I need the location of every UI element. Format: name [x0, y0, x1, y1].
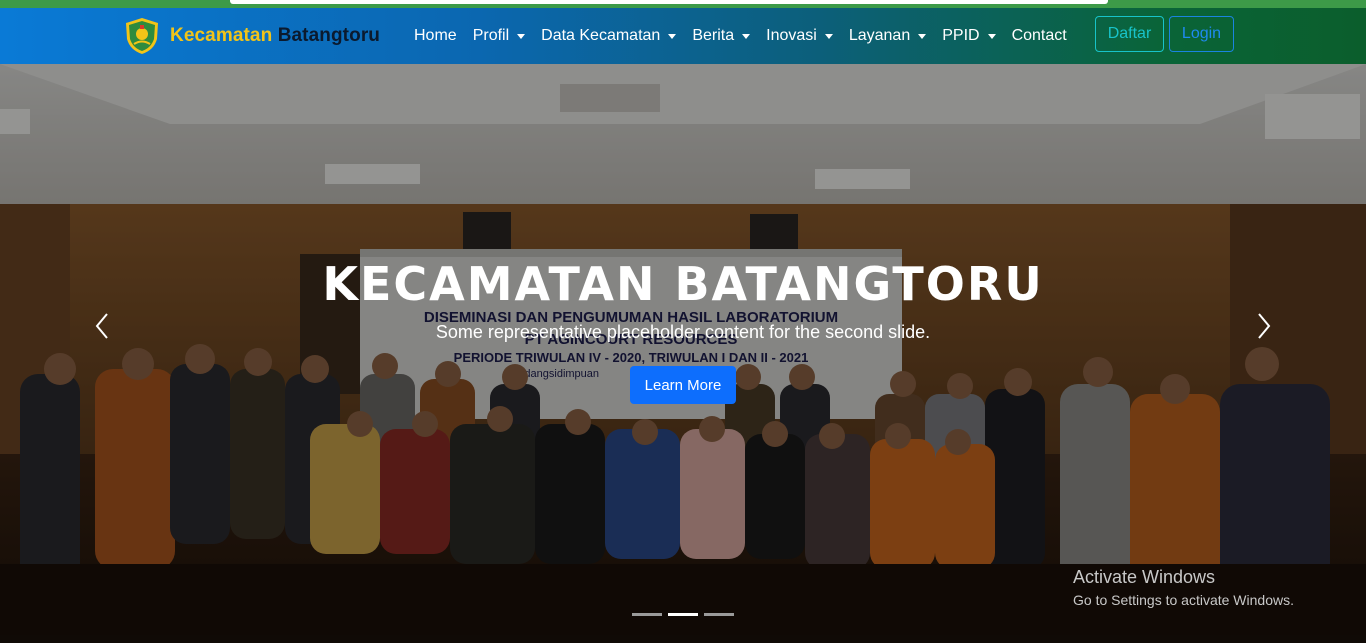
brand-name-part1: Kecamatan — [170, 25, 273, 46]
caret-down-icon — [742, 33, 751, 39]
nav-layanan[interactable]: Layanan — [848, 27, 927, 45]
hero-subtitle: Some representative placeholder content … — [435, 322, 931, 342]
caret-down-icon — [668, 33, 677, 39]
nav-ppid[interactable]: PPID — [942, 27, 996, 45]
windows-activation-watermark: Activate Windows Go to Settings to activ… — [1073, 567, 1294, 608]
brand-link[interactable]: Kecamatan Batangtoru — [124, 17, 380, 55]
caret-down-icon — [517, 33, 526, 39]
navbar: Kecamatan Batangtoru Home Profil Data Ke… — [0, 8, 1366, 64]
nav-data-kecamatan-label: Data Kecamatan — [541, 27, 661, 44]
carousel-indicator-3[interactable] — [704, 613, 734, 616]
carousel-indicators — [632, 613, 740, 616]
hero-dark-overlay — [0, 64, 1366, 643]
nav-profil-label: Profil — [472, 27, 510, 44]
nav-inovasi[interactable]: Inovasi — [766, 27, 833, 45]
carousel-indicator-1[interactable] — [632, 613, 662, 616]
district-crest-icon — [126, 18, 158, 54]
nav-home[interactable]: Home — [414, 27, 457, 45]
hero-carousel: DISEMINASI DAN PENGUMUMAN HASIL LABORATO… — [0, 64, 1366, 643]
nav-berita-label: Berita — [692, 27, 735, 44]
register-button[interactable]: Daftar — [1095, 16, 1164, 52]
nav-ppid-label: PPID — [942, 27, 980, 44]
brand-name: Kecamatan Batangtoru — [170, 25, 380, 47]
browser-progress-bar — [230, 0, 1108, 4]
nav-inovasi-label: Inovasi — [766, 27, 817, 44]
main-nav: Home Profil Data Kecamatan Berita Inovas… — [414, 8, 1083, 64]
brand-name-part2: Batangtoru — [277, 25, 381, 46]
carousel-prev-icon[interactable] — [90, 310, 114, 342]
carousel-indicator-2[interactable] — [668, 613, 698, 616]
login-button[interactable]: Login — [1169, 16, 1234, 52]
browser-top-strip — [0, 0, 1366, 8]
learn-more-button[interactable]: Learn More — [630, 366, 736, 404]
caret-down-icon — [987, 33, 996, 39]
activation-title: Activate Windows — [1073, 567, 1216, 587]
nav-layanan-label: Layanan — [848, 27, 911, 44]
activation-subtitle: Go to Settings to activate Windows. — [1073, 592, 1294, 608]
nav-contact[interactable]: Contact — [1012, 27, 1067, 45]
hero-title: KECAMATAN BATANGTORU — [322, 257, 1044, 311]
nav-contact-label: Contact — [1011, 27, 1067, 44]
nav-berita[interactable]: Berita — [692, 27, 751, 45]
carousel-next-icon[interactable] — [1252, 310, 1276, 342]
nav-profil[interactable]: Profil — [472, 27, 526, 45]
caret-down-icon — [918, 33, 927, 39]
caret-down-icon — [824, 33, 833, 39]
nav-home-label: Home — [414, 27, 457, 44]
nav-data-kecamatan[interactable]: Data Kecamatan — [541, 27, 677, 45]
